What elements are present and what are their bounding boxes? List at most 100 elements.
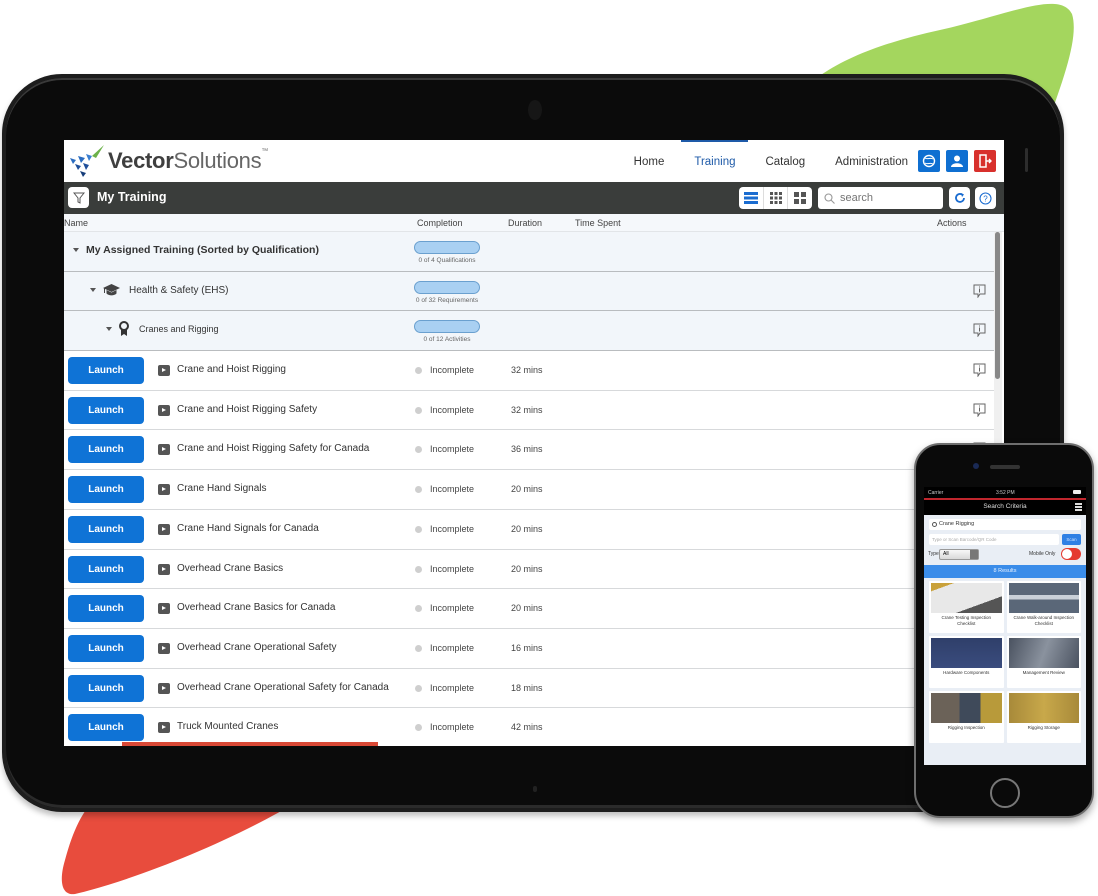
list-view-button[interactable] [739, 187, 764, 209]
completion-status: Incomplete [430, 722, 475, 733]
video-course-icon [158, 642, 170, 654]
course-duration: 20 mins [511, 563, 543, 574]
hamburger-menu-icon[interactable] [1075, 503, 1082, 512]
course-row[interactable]: Launch Overhead Crane Basics Incomplete 20 … [64, 549, 994, 590]
launch-button[interactable]: Launch [68, 674, 144, 702]
refresh-button[interactable] [949, 187, 970, 209]
course-row[interactable]: Launch Overhead Crane Basics for Canada In… [64, 589, 994, 629]
view-mode-toggle [739, 187, 812, 209]
course-duration: 20 mins [511, 603, 543, 614]
course-name[interactable]: Crane and Hoist Rigging Safety [177, 404, 395, 415]
column-time-spent[interactable]: Time Spent [575, 218, 621, 228]
course-name[interactable]: Crane Hand Signals [177, 483, 395, 494]
award-ribbon-icon [119, 321, 129, 337]
group-row-assigned-training[interactable]: My Assigned Training (Sorted by Qualific… [64, 232, 994, 272]
nav-home[interactable]: Home [634, 140, 665, 182]
launch-button[interactable]: Launch [68, 555, 144, 583]
scrollbar-thumb[interactable] [995, 232, 1000, 379]
progress-bar [414, 241, 480, 254]
small-grid-view-button[interactable] [764, 187, 789, 209]
info-icon[interactable] [973, 284, 986, 298]
progress-bar [414, 280, 480, 294]
launch-button[interactable]: Launch [68, 476, 144, 504]
mobile-only-label: Mobile Only [1029, 551, 1056, 557]
completion-status: Incomplete [430, 365, 475, 376]
filter-icon [72, 192, 85, 204]
vector-solutions-logo[interactable]: VectorSolutions™ [66, 144, 268, 178]
course-name[interactable]: Crane Hand Signals for Canada [177, 523, 395, 534]
course-duration: 32 mins [511, 365, 543, 376]
phone-header-title: Search Criteria [983, 503, 1027, 510]
status-dot-icon [415, 644, 422, 652]
nav-catalog[interactable]: Catalog [765, 140, 805, 182]
logout-icon [979, 154, 992, 168]
result-card[interactable]: Management Review [1006, 636, 1081, 688]
column-completion[interactable]: Completion [417, 218, 463, 228]
info-icon[interactable] [973, 403, 986, 417]
info-icon[interactable] [973, 363, 986, 378]
course-name[interactable]: Crane and Hoist Rigging Safety for Canad… [177, 443, 395, 454]
launch-button[interactable]: Launch [68, 436, 144, 464]
scan-button[interactable]: Scan [1062, 534, 1081, 545]
info-icon[interactable] [973, 323, 986, 338]
barcode-input[interactable]: Type or Scan Barcode/QR Code [929, 534, 1059, 545]
tablet-side-button [1025, 148, 1028, 172]
progress-text: 0 of 32 Requirements [415, 296, 479, 304]
launch-button[interactable]: Launch [68, 515, 144, 543]
launch-button[interactable]: Launch [68, 357, 144, 385]
phone-screen: Carrier 3:52 PM Search Criteria Crane Ri… [924, 487, 1086, 765]
course-row[interactable]: Launch Crane Hand Signals Incomplete 20 min… [64, 470, 994, 510]
filter-button[interactable] [68, 187, 89, 208]
collapse-caret-icon[interactable] [106, 327, 112, 332]
profile-button[interactable] [946, 150, 968, 172]
launch-button[interactable]: Launch [68, 595, 144, 623]
group-row-health-safety[interactable]: Health & Safety (EHS) 0 of 32 Requiremen… [64, 271, 994, 312]
nav-administration[interactable]: Administration [835, 140, 908, 182]
column-name[interactable]: Name [64, 218, 88, 228]
help-button[interactable]: ? [975, 187, 996, 209]
course-name[interactable]: Truck Mounted Cranes [177, 721, 395, 732]
course-name[interactable]: Crane and Hoist Rigging [177, 364, 395, 375]
course-name[interactable]: Overhead Crane Operational Safety [177, 642, 395, 653]
course-row[interactable]: Launch Crane and Hoist Rigging Safety Inco… [64, 390, 994, 431]
launch-button[interactable]: Launch [68, 396, 144, 424]
video-course-icon [158, 523, 170, 535]
collapse-caret-icon[interactable] [73, 248, 79, 252]
completion-status: Incomplete [430, 682, 475, 693]
group-row-cranes-rigging[interactable]: Cranes and Rigging 0 of 12 Activities [64, 311, 994, 352]
course-name[interactable]: Overhead Crane Basics [177, 563, 395, 574]
large-grid-view-button[interactable] [788, 187, 812, 209]
course-row[interactable]: Launch Overhead Crane Operational Safety I… [64, 628, 994, 669]
graduation-cap-icon [103, 283, 120, 296]
result-card[interactable]: Rigging Inspection [929, 691, 1004, 743]
course-row[interactable]: Launch Crane and Hoist Rigging Incomplete 3… [64, 351, 994, 391]
launch-button[interactable]: Launch [68, 714, 144, 742]
completion-status: Incomplete [430, 642, 475, 653]
course-name[interactable]: Overhead Crane Basics for Canada [177, 602, 395, 613]
completion-status: Incomplete [430, 563, 475, 574]
course-duration: 42 mins [511, 722, 543, 733]
course-row[interactable]: Launch Crane and Hoist Rigging Safety for… [64, 430, 994, 471]
collapse-caret-icon[interactable] [90, 287, 96, 292]
result-caption: Rigging Storage [1027, 725, 1060, 730]
language-button[interactable] [918, 150, 940, 172]
result-card[interactable]: Hardware Components [929, 636, 1004, 688]
course-row[interactable]: Launch Overhead Crane Operational Safety … [64, 668, 994, 709]
mobile-only-toggle[interactable] [1061, 548, 1081, 560]
course-row[interactable]: Launch Crane Hand Signals for Canada Incom… [64, 509, 994, 550]
result-card[interactable]: Crane Walk-around Inspection Checklist [1006, 581, 1081, 633]
nav-training[interactable]: Training [681, 140, 749, 182]
result-card[interactable]: Crane Testing Inspection Checklist [929, 581, 1004, 633]
phone-search-panel: Crane Rigging Type or Scan Barcode/QR Co… [924, 515, 1086, 765]
type-select[interactable]: All [939, 549, 979, 560]
phone-search-input[interactable]: Crane Rigging [929, 519, 1081, 530]
launch-button[interactable]: Launch [68, 634, 144, 662]
logout-button[interactable] [974, 150, 996, 172]
result-card[interactable]: Rigging Storage [1006, 691, 1081, 743]
column-duration[interactable]: Duration [508, 218, 542, 228]
course-duration: 16 mins [511, 642, 543, 653]
course-row[interactable]: Launch Truck Mounted Cranes Incomplete 42 m… [64, 708, 994, 746]
course-name[interactable]: Overhead Crane Operational Safety for Ca… [177, 682, 395, 693]
completion-status: Incomplete [430, 484, 475, 495]
search-input[interactable] [840, 192, 935, 204]
